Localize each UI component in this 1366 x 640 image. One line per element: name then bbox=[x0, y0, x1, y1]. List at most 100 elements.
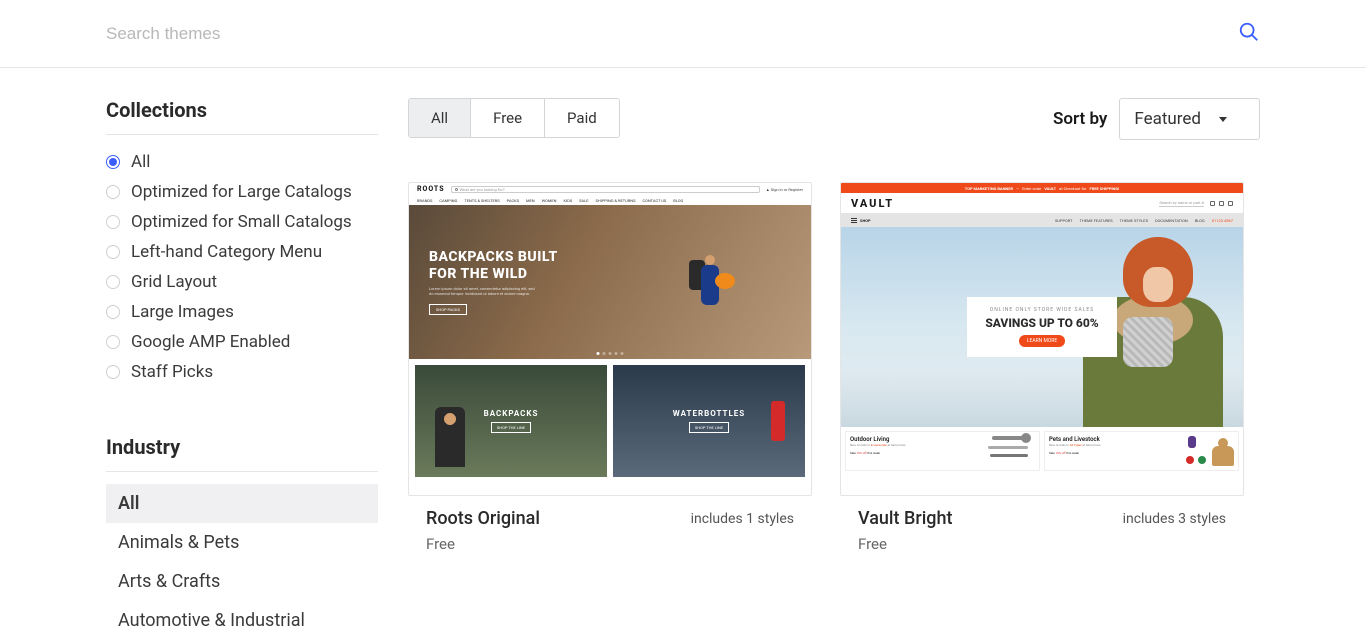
price-tab-free[interactable]: Free bbox=[471, 99, 545, 137]
radio-icon bbox=[106, 215, 120, 229]
category-pets: Pets and Livestock New Arrivals in All T… bbox=[1044, 431, 1239, 471]
banner-text: Enter code bbox=[1022, 186, 1041, 191]
sort-label: Sort by bbox=[1053, 109, 1107, 129]
tile-title: WATERBOTTLES bbox=[673, 409, 745, 418]
theme-styles-count: includes 1 styles bbox=[691, 511, 794, 527]
hero-title-line2: FOR THE WILD bbox=[429, 266, 811, 282]
tile-button: SHOP THE LINE bbox=[689, 422, 729, 433]
preview-account: ▲ Sign in or Register bbox=[766, 187, 803, 192]
banner-text: at Checkout for bbox=[1059, 186, 1086, 191]
category-outdoor: Outdoor Living New Arrivals in accessori… bbox=[845, 431, 1040, 471]
nav-item: CONTACT US bbox=[642, 198, 666, 203]
hero-box: ONLINE ONLY STORE WIDE SALES SAVINGS UP … bbox=[967, 297, 1116, 357]
collections-heading: Collections bbox=[106, 98, 378, 135]
collection-option-staff-picks[interactable]: Staff Picks bbox=[106, 357, 378, 387]
collection-option-grid[interactable]: Grid Layout bbox=[106, 267, 378, 297]
preview-logo: ROOTS bbox=[417, 185, 445, 193]
preview-logo: VAULT bbox=[851, 197, 894, 210]
collection-label: All bbox=[131, 152, 150, 172]
price-tabs: All Free Paid bbox=[408, 98, 620, 138]
collection-option-small-catalogs[interactable]: Optimized for Small Catalogs bbox=[106, 207, 378, 237]
collection-option-large-images[interactable]: Large Images bbox=[106, 297, 378, 327]
preview-nav: BRANDS CAMPING TENTS & SHELTERS PACKS ME… bbox=[409, 195, 811, 205]
nav-item: BLOG bbox=[1195, 218, 1205, 223]
radio-icon bbox=[106, 335, 120, 349]
industry-list: All Animals & Pets Arts & Crafts Automot… bbox=[106, 484, 378, 640]
radio-icon bbox=[106, 185, 120, 199]
collection-option-left-menu[interactable]: Left-hand Category Menu bbox=[106, 237, 378, 267]
search-icon bbox=[1210, 201, 1215, 206]
nav-item: PACKS bbox=[507, 198, 519, 203]
preview-hero: ONLINE ONLY STORE WIDE SALES SAVINGS UP … bbox=[841, 227, 1243, 427]
industry-heading: Industry bbox=[106, 435, 378, 472]
theme-card-vault[interactable]: TOP MARKETING BANNER — Enter code VAULT … bbox=[840, 182, 1244, 553]
chevron-down-icon bbox=[1219, 117, 1227, 122]
hiker-illustration bbox=[681, 245, 741, 335]
nav-item: THEME STYLES bbox=[1120, 218, 1148, 223]
collection-label: Google AMP Enabled bbox=[131, 332, 290, 352]
nav-item: THEME FEATURES bbox=[1079, 218, 1112, 223]
hero-button: LEARN MORE bbox=[1019, 335, 1065, 347]
nav-item: MEN bbox=[526, 198, 535, 203]
collection-label: Large Images bbox=[131, 302, 234, 322]
industry-item-all[interactable]: All bbox=[106, 484, 378, 523]
theme-card-roots[interactable]: ROOTS What are you looking for? ▲ Sign i… bbox=[408, 182, 812, 553]
radio-icon bbox=[106, 365, 120, 379]
collections-list: All Optimized for Large Catalogs Optimiz… bbox=[106, 147, 378, 387]
cat-sub: New Arrivals in accessories at best pric… bbox=[850, 443, 981, 447]
theme-grid: ROOTS What are you looking for? ▲ Sign i… bbox=[408, 182, 1260, 553]
sort-value: Featured bbox=[1134, 109, 1201, 129]
nav-item: WOMEN bbox=[542, 198, 557, 203]
collection-option-large-catalogs[interactable]: Optimized for Large Catalogs bbox=[106, 177, 378, 207]
price-tab-all[interactable]: All bbox=[409, 99, 471, 137]
collection-label: Staff Picks bbox=[131, 362, 213, 382]
hero-title: SAVINGS UP TO 60% bbox=[985, 316, 1098, 330]
search-icon bbox=[455, 188, 458, 191]
price-tab-paid[interactable]: Paid bbox=[545, 99, 619, 137]
industry-item-automotive[interactable]: Automotive & Industrial bbox=[106, 601, 378, 640]
pets-illustration bbox=[1184, 436, 1234, 466]
hamburger-icon bbox=[851, 218, 857, 223]
collection-label: Optimized for Large Catalogs bbox=[131, 182, 352, 202]
cart-icon bbox=[1228, 201, 1233, 206]
preview-categories: Outdoor Living New Arrivals in accessori… bbox=[841, 427, 1243, 475]
user-icon bbox=[1219, 201, 1224, 206]
preview-nav: SHOP SUPPORT THEME FEATURES THEME STYLES… bbox=[841, 213, 1243, 227]
nav-item: SALE bbox=[579, 198, 588, 203]
search-input[interactable] bbox=[106, 24, 1238, 44]
nav-item: SHIPPING & RETURNS bbox=[596, 198, 636, 203]
hero-button: SHOP PACKS bbox=[429, 304, 467, 315]
preview-top-banner: TOP MARKETING BANNER — Enter code VAULT … bbox=[841, 183, 1243, 193]
industry-item-arts[interactable]: Arts & Crafts bbox=[106, 562, 378, 601]
cat-sub: New Arrivals in All Types at best prices bbox=[1049, 443, 1180, 447]
nav-item: CAMPING bbox=[439, 198, 457, 203]
radio-icon bbox=[106, 305, 120, 319]
preview-header: ROOTS What are you looking for? ▲ Sign i… bbox=[409, 183, 811, 195]
sidebar: Collections All Optimized for Large Cata… bbox=[106, 98, 378, 640]
preview-search: Search by name or part # bbox=[1159, 200, 1204, 207]
banner-text: TOP MARKETING BANNER bbox=[965, 186, 1013, 191]
sort-wrap: Sort by Featured bbox=[1053, 98, 1260, 140]
cat-sale: Sale 10% off this week bbox=[850, 451, 981, 455]
utensils-illustration bbox=[985, 436, 1035, 466]
nav-phone: 01123 4567 bbox=[1212, 218, 1233, 223]
theme-styles-count: includes 3 styles bbox=[1123, 511, 1226, 527]
collection-option-all[interactable]: All bbox=[106, 147, 378, 177]
radio-icon bbox=[106, 155, 120, 169]
search-icon[interactable] bbox=[1238, 21, 1260, 47]
hero-subtitle: Lorem ipsum dolor sit amet, consectetur … bbox=[429, 286, 539, 296]
tile-waterbottles: WATERBOTTLES SHOP THE LINE bbox=[613, 365, 805, 477]
theme-meta: Vault Bright Free includes 3 styles bbox=[840, 496, 1244, 553]
theme-meta: Roots Original Free includes 1 styles bbox=[408, 496, 812, 553]
preview-header: VAULT Search by name or part # bbox=[841, 193, 1243, 213]
radio-icon bbox=[106, 245, 120, 259]
sort-select[interactable]: Featured bbox=[1119, 98, 1260, 140]
cat-sale: Sale 10% off this week bbox=[1049, 451, 1180, 455]
collection-option-amp[interactable]: Google AMP Enabled bbox=[106, 327, 378, 357]
collection-label: Left-hand Category Menu bbox=[131, 242, 322, 262]
preview-search: What are you looking for? bbox=[451, 186, 760, 193]
theme-price: Free bbox=[858, 535, 953, 553]
theme-thumbnail: ROOTS What are you looking for? ▲ Sign i… bbox=[408, 182, 812, 496]
tile-title: BACKPACKS bbox=[484, 409, 539, 418]
industry-item-animals[interactable]: Animals & Pets bbox=[106, 523, 378, 562]
